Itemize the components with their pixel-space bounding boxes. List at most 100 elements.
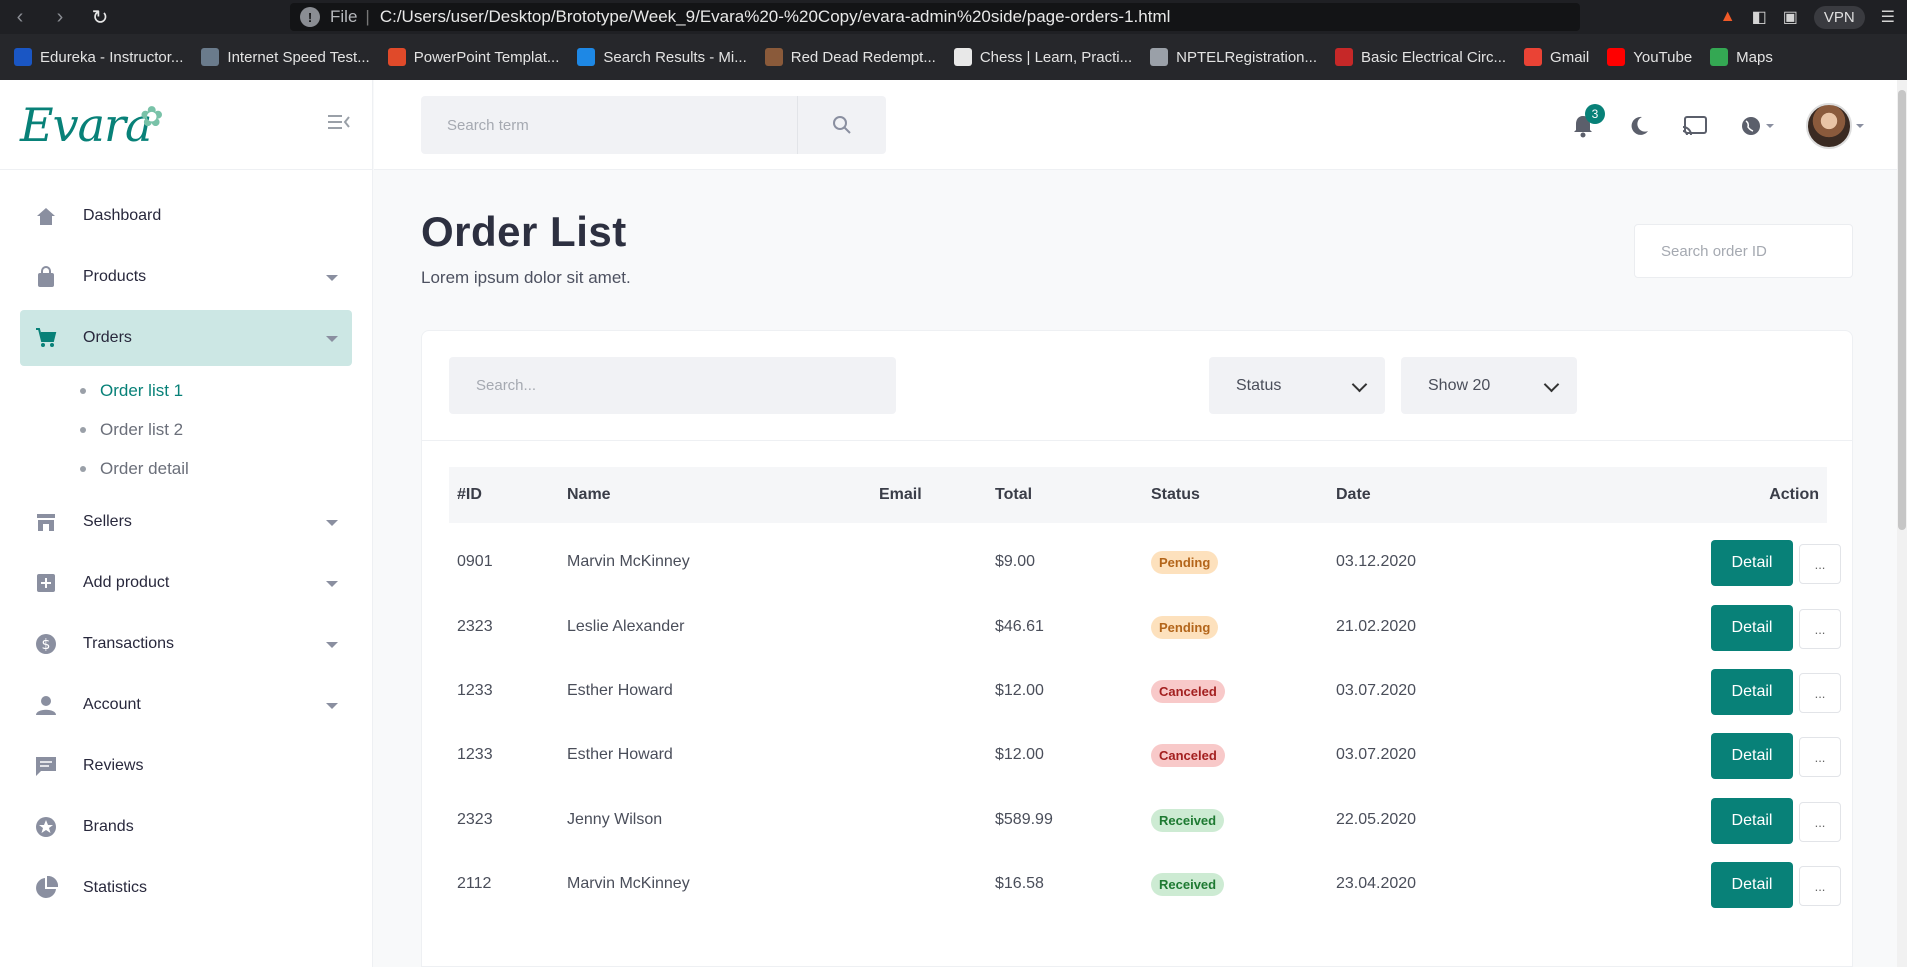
forward-icon[interactable]: › <box>40 0 80 34</box>
bookmark-item[interactable]: Gmail <box>1524 48 1589 66</box>
brave-shield-icon[interactable]: ▲ <box>1720 8 1736 26</box>
bookmark-favicon-icon <box>201 48 220 66</box>
caret-down-icon[interactable] <box>326 581 338 587</box>
detail-button[interactable]: Detail <box>1711 669 1793 715</box>
bookmark-favicon-icon <box>1524 48 1543 66</box>
submenu-item[interactable]: Order detail <box>80 449 372 488</box>
language-button[interactable] <box>1735 110 1779 142</box>
sidebar-item-products[interactable]: Products <box>20 249 352 305</box>
reload-icon[interactable]: ↻ <box>80 0 120 34</box>
cast-button[interactable] <box>1679 110 1711 142</box>
bookmark-label: Red Dead Redempt... <box>790 48 936 66</box>
bookmark-label: NPTELRegistration... <box>1176 48 1318 66</box>
sidebar-item-transactions[interactable]: $ Transactions <box>20 616 352 672</box>
column-name: Name <box>567 486 611 503</box>
info-icon[interactable]: ! <box>300 7 320 27</box>
sidebar-item-orders[interactable]: Orders <box>20 310 352 366</box>
page-subtitle: Lorem ipsum dolor sit amet. <box>421 268 631 287</box>
bookmark-favicon-icon <box>1710 48 1729 66</box>
sidebar-item-label: Dashboard <box>83 207 162 224</box>
more-options-button[interactable]: ... <box>1799 609 1841 649</box>
page-size-select[interactable]: Show 20 <box>1401 357 1577 414</box>
order-id-search-input[interactable] <box>1634 224 1853 278</box>
store-icon <box>33 509 59 535</box>
vpn-button[interactable]: VPN <box>1813 5 1865 29</box>
person-icon <box>33 692 59 718</box>
scrollbar-thumb[interactable] <box>1898 90 1906 530</box>
logo[interactable]: Evara <box>20 98 152 152</box>
address-bar[interactable]: ! File | C:/Users/user/Desktop/Brototype… <box>290 3 1580 31</box>
detail-button[interactable]: Detail <box>1711 862 1793 908</box>
avatar[interactable] <box>1806 103 1852 149</box>
search-icon <box>833 116 851 134</box>
more-options-button[interactable]: ... <box>1799 673 1841 713</box>
detail-button[interactable]: Detail <box>1711 605 1793 651</box>
submenu-item[interactable]: Order list 1 <box>80 371 372 410</box>
more-options-button[interactable]: ... <box>1799 544 1841 584</box>
search-input[interactable] <box>421 96 797 154</box>
caret-down-icon[interactable] <box>326 703 338 709</box>
bookmark-favicon-icon <box>14 48 32 66</box>
caret-down-icon[interactable] <box>326 336 338 342</box>
column-date: Date <box>1336 486 1371 503</box>
more-options-button[interactable]: ... <box>1799 802 1841 842</box>
status-badge: Canceled <box>1151 679 1225 703</box>
bookmark-item[interactable]: Edureka - Instructor... <box>14 48 183 66</box>
bookmark-item[interactable]: PowerPoint Templat... <box>387 48 559 66</box>
more-options-button[interactable]: ... <box>1799 737 1841 777</box>
bookmark-item[interactable]: Basic Electrical Circ... <box>1335 48 1506 66</box>
sidebar-header: Evara ✿ <box>0 80 372 170</box>
bookmark-item[interactable]: Red Dead Redempt... <box>764 48 936 66</box>
bookmark-item[interactable]: Search Results - Mi... <box>577 48 747 66</box>
bookmark-label: Maps <box>1736 48 1773 66</box>
notifications-button[interactable]: 3 <box>1567 104 1605 142</box>
browser-actions: ▲ ◧ ▣ VPN ☰ <box>1720 0 1907 34</box>
bookmark-item[interactable]: Maps <box>1710 48 1773 66</box>
bookmark-item[interactable]: Internet Speed Test... <box>201 48 370 66</box>
sidebar-item-label: Orders <box>83 329 132 346</box>
sidebar-item-account[interactable]: Account <box>20 677 352 733</box>
back-icon[interactable]: ‹ <box>0 0 40 34</box>
caret-down-icon[interactable] <box>326 275 338 281</box>
bullet-icon <box>80 426 86 433</box>
detail-button[interactable]: Detail <box>1711 733 1793 779</box>
bookmark-label: YouTube <box>1633 48 1693 66</box>
bookmarks-bar: Edureka - Instructor... Internet Speed Te… <box>0 34 1907 80</box>
bookmark-item[interactable]: Chess | Learn, Practi... <box>953 48 1133 66</box>
collapse-menu-icon[interactable] <box>328 114 350 130</box>
detail-button[interactable]: Detail <box>1711 540 1793 586</box>
wallet-icon[interactable]: ▣ <box>1783 7 1798 27</box>
table-row[interactable]: 2112 Marvin McKinney $16.58 23.04.2020 Recei… <box>449 845 1841 923</box>
caret-down-icon[interactable] <box>326 642 338 648</box>
address-scheme: File <box>330 7 358 26</box>
status-badge: Received <box>1151 872 1225 896</box>
sidebar-item-brands[interactable]: Brands <box>20 799 352 855</box>
bookmark-label: Chess | Learn, Practi... <box>979 48 1133 66</box>
sidebar-item-add-product[interactable]: Add product <box>20 555 352 611</box>
sidebar-toggle-icon[interactable]: ◧ <box>1752 7 1767 27</box>
profile-menu[interactable] <box>1803 103 1867 149</box>
more-options-button[interactable]: ... <box>1799 866 1841 906</box>
status-select[interactable]: Status <box>1209 357 1385 414</box>
bookmark-item[interactable]: NPTELRegistration... <box>1150 48 1317 66</box>
caret-down-icon[interactable] <box>326 520 338 526</box>
sidebar-item-label: Sellers <box>83 513 132 530</box>
search-button[interactable] <box>797 96 886 154</box>
submenu-item[interactable]: Order list 2 <box>80 410 372 449</box>
sidebar-item-statistics[interactable]: Statistics <box>20 860 352 916</box>
chevron-down-icon <box>1351 376 1368 393</box>
sidebar-item-sellers[interactable]: Sellers <box>20 494 352 550</box>
header-actions: 3 <box>1567 98 1867 154</box>
svg-text:$: $ <box>42 637 51 653</box>
address-url[interactable]: C:/Users/user/Desktop/Brototype/Week_9/E… <box>380 7 1171 27</box>
sidebar-item-dashboard[interactable]: Dashboard <box>20 188 352 244</box>
sidebar-item-reviews[interactable]: Reviews <box>20 738 352 794</box>
sidebar-item-label: Products <box>83 268 147 285</box>
dark-mode-button[interactable] <box>1623 110 1655 142</box>
detail-button[interactable]: Detail <box>1711 798 1793 844</box>
address-divider: | <box>365 7 370 26</box>
orders-submenu: Order list 1 Order list 2 Order detail <box>0 371 372 488</box>
table-search-input[interactable] <box>449 357 896 414</box>
bookmark-item[interactable]: YouTube <box>1607 48 1692 66</box>
menu-icon[interactable]: ☰ <box>1881 7 1895 27</box>
